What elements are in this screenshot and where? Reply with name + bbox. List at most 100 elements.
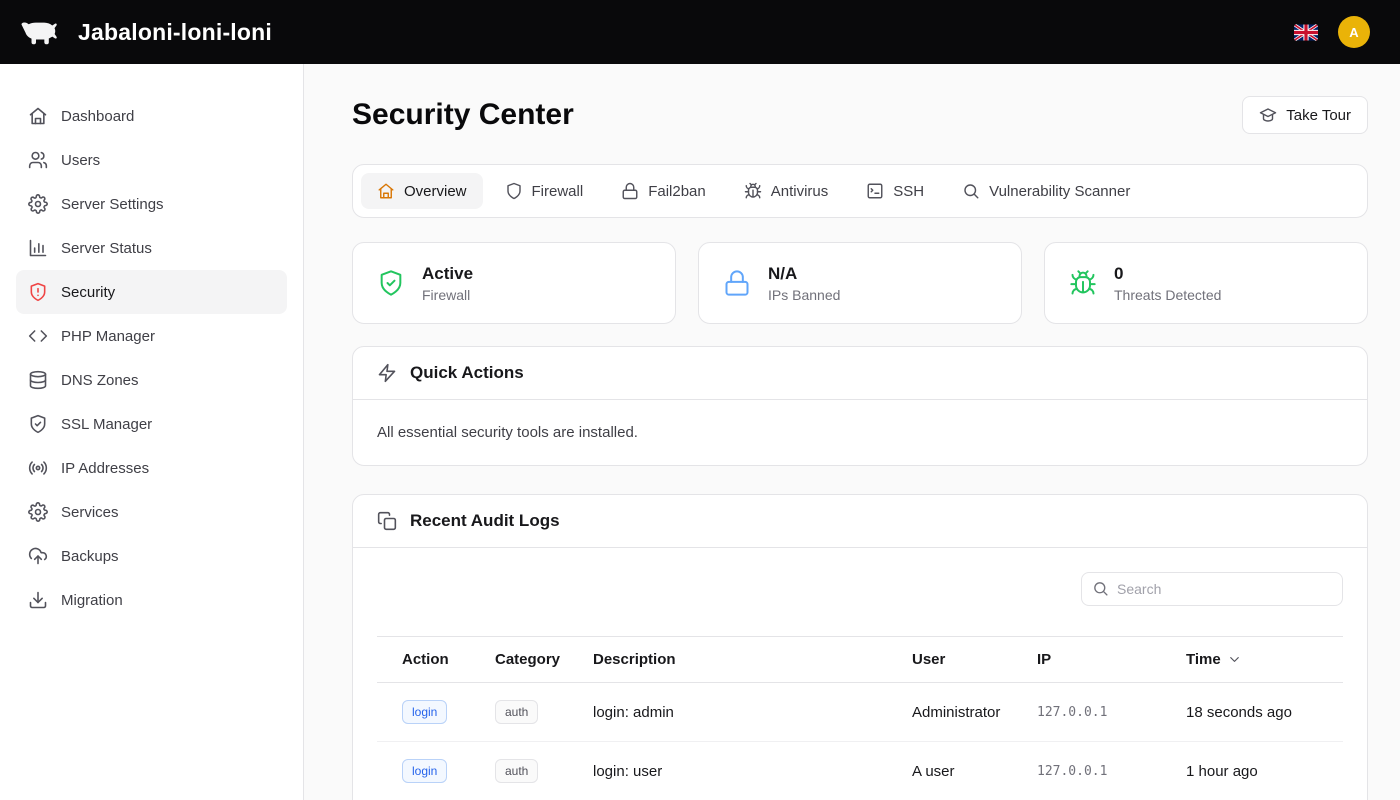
lightning-icon <box>377 363 397 383</box>
column-header-time-label: Time <box>1186 651 1221 668</box>
stat-value: 0 <box>1114 264 1221 284</box>
status-card-ips-banned: N/A IPs Banned <box>698 242 1022 324</box>
tab-fail2ban[interactable]: Fail2ban <box>605 173 722 209</box>
security-tabs: Overview Firewall Fail2ban Antivirus SSH… <box>352 164 1368 218</box>
download-icon <box>28 590 48 610</box>
sidebar-item-label: PHP Manager <box>61 328 155 345</box>
tab-label: Vulnerability Scanner <box>989 183 1130 200</box>
table-row: login auth login: admin Administrator 12… <box>377 683 1343 742</box>
app-title: Jabaloni-loni-loni <box>78 19 272 46</box>
gear-icon <box>28 194 48 214</box>
column-header-time[interactable]: Time <box>1178 637 1343 683</box>
sidebar-item-dashboard[interactable]: Dashboard <box>16 94 287 138</box>
take-tour-label: Take Tour <box>1286 107 1351 124</box>
table-header-row: Action Category Description User IP Time <box>377 637 1343 683</box>
sidebar-item-label: Server Settings <box>61 196 164 213</box>
home-icon <box>377 182 395 200</box>
sidebar-item-services[interactable]: Services <box>16 490 287 534</box>
sidebar-item-dns-zones[interactable]: DNS Zones <box>16 358 287 402</box>
stat-value: Active <box>422 264 473 284</box>
audit-logs-title: Recent Audit Logs <box>410 511 560 531</box>
quick-actions-card: Quick Actions All essential security too… <box>352 346 1368 466</box>
cell-user: A user <box>904 742 1029 800</box>
quick-actions-message: All essential security tools are install… <box>377 424 1343 441</box>
tab-vulnerability-scanner[interactable]: Vulnerability Scanner <box>946 173 1146 209</box>
cell-description: login: user <box>585 742 904 800</box>
cell-time: 18 seconds ago <box>1178 683 1343 742</box>
brand: Jabaloni-loni-loni <box>16 15 272 49</box>
sidebar-item-label: Migration <box>61 592 123 609</box>
cell-time: 1 hour ago <box>1178 742 1343 800</box>
sidebar-item-security[interactable]: Security <box>16 270 287 314</box>
stat-label: Firewall <box>422 287 473 303</box>
tab-overview[interactable]: Overview <box>361 173 483 209</box>
stat-value: N/A <box>768 264 840 284</box>
audit-logs-card: Recent Audit Logs Action <box>352 494 1368 800</box>
bug-icon <box>744 182 762 200</box>
tab-firewall[interactable]: Firewall <box>489 173 600 209</box>
take-tour-button[interactable]: Take Tour <box>1242 96 1368 134</box>
shield-check-icon <box>28 414 48 434</box>
chevron-down-icon <box>1227 652 1242 667</box>
gear-icon <box>28 502 48 522</box>
language-flag-icon[interactable] <box>1294 24 1318 41</box>
sidebar-item-server-settings[interactable]: Server Settings <box>16 182 287 226</box>
stat-label: IPs Banned <box>768 287 840 303</box>
main-content: Security Center Take Tour Overview Firew… <box>304 64 1400 800</box>
sidebar-item-migration[interactable]: Migration <box>16 578 287 622</box>
tab-antivirus[interactable]: Antivirus <box>728 173 845 209</box>
sidebar-item-php-manager[interactable]: PHP Manager <box>16 314 287 358</box>
terminal-icon <box>866 182 884 200</box>
cell-ip: 127.0.0.1 <box>1029 742 1178 800</box>
sidebar-item-label: SSL Manager <box>61 416 152 433</box>
sidebar-item-users[interactable]: Users <box>16 138 287 182</box>
search-input[interactable] <box>1081 572 1343 606</box>
tab-label: Fail2ban <box>648 183 706 200</box>
cell-user: Administrator <box>904 683 1029 742</box>
quick-actions-title: Quick Actions <box>410 363 524 383</box>
shield-alert-icon <box>28 282 48 302</box>
header-actions: A <box>1294 16 1384 48</box>
top-header: Jabaloni-loni-loni A <box>0 0 1400 64</box>
search-icon <box>1092 580 1109 597</box>
status-card-firewall: Active Firewall <box>352 242 676 324</box>
category-badge: auth <box>495 700 538 724</box>
column-header-description[interactable]: Description <box>585 637 904 683</box>
column-header-user[interactable]: User <box>904 637 1029 683</box>
tab-label: SSH <box>893 183 924 200</box>
bull-logo-icon <box>16 15 66 49</box>
status-card-threats: 0 Threats Detected <box>1044 242 1368 324</box>
sidebar-item-label: DNS Zones <box>61 372 139 389</box>
tab-label: Antivirus <box>771 183 829 200</box>
sidebar-item-label: Services <box>61 504 119 521</box>
cell-action: login <box>377 683 487 742</box>
action-badge: login <box>402 759 447 783</box>
user-avatar[interactable]: A <box>1338 16 1370 48</box>
copy-icon <box>377 511 397 531</box>
code-icon <box>28 326 48 346</box>
category-badge: auth <box>495 759 538 783</box>
cell-ip: 127.0.0.1 <box>1029 683 1178 742</box>
cell-category: auth <box>487 742 585 800</box>
column-header-category[interactable]: Category <box>487 637 585 683</box>
sidebar-item-backups[interactable]: Backups <box>16 534 287 578</box>
column-header-ip[interactable]: IP <box>1029 637 1178 683</box>
sidebar-item-ip-addresses[interactable]: IP Addresses <box>16 446 287 490</box>
cloud-upload-icon <box>28 546 48 566</box>
scan-icon <box>962 182 980 200</box>
cell-category: auth <box>487 683 585 742</box>
home-icon <box>28 106 48 126</box>
column-header-action[interactable]: Action <box>377 637 487 683</box>
cell-description: login: admin <box>585 683 904 742</box>
cell-action: login <box>377 742 487 800</box>
users-icon <box>28 150 48 170</box>
page-title: Security Center <box>352 98 574 132</box>
bar-chart-icon <box>28 238 48 258</box>
sidebar-item-server-status[interactable]: Server Status <box>16 226 287 270</box>
search-box <box>1081 572 1343 606</box>
sidebar-item-label: Backups <box>61 548 119 565</box>
tab-ssh[interactable]: SSH <box>850 173 940 209</box>
radio-icon <box>28 458 48 478</box>
sidebar-item-ssl-manager[interactable]: SSL Manager <box>16 402 287 446</box>
sidebar-item-label: Users <box>61 152 100 169</box>
